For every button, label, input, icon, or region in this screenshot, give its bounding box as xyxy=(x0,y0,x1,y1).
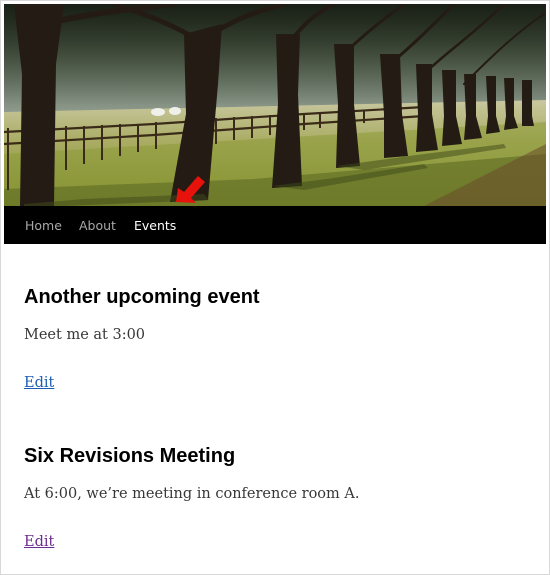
nav-item-events[interactable]: Events xyxy=(134,206,176,244)
main-navigation: Home About Events xyxy=(4,206,546,244)
nav-item-about[interactable]: About xyxy=(79,206,116,244)
nav-item-home[interactable]: Home xyxy=(25,206,62,244)
tree-avenue-scene xyxy=(4,4,546,206)
post-body: Meet me at 3:00 xyxy=(24,327,146,343)
event-post: Another upcoming event Meet me at 3:00 E… xyxy=(24,286,260,391)
event-post: Six Revisions Meeting At 6:00, we’re mee… xyxy=(24,445,359,550)
post-title[interactable]: Six Revisions Meeting xyxy=(24,445,235,468)
post-body: At 6:00, we’re meeting in conference roo… xyxy=(24,486,360,502)
post-title[interactable]: Another upcoming event xyxy=(24,286,260,309)
header-image xyxy=(4,4,546,206)
edit-link[interactable]: Edit xyxy=(24,375,54,391)
edit-link[interactable]: Edit xyxy=(24,534,54,550)
